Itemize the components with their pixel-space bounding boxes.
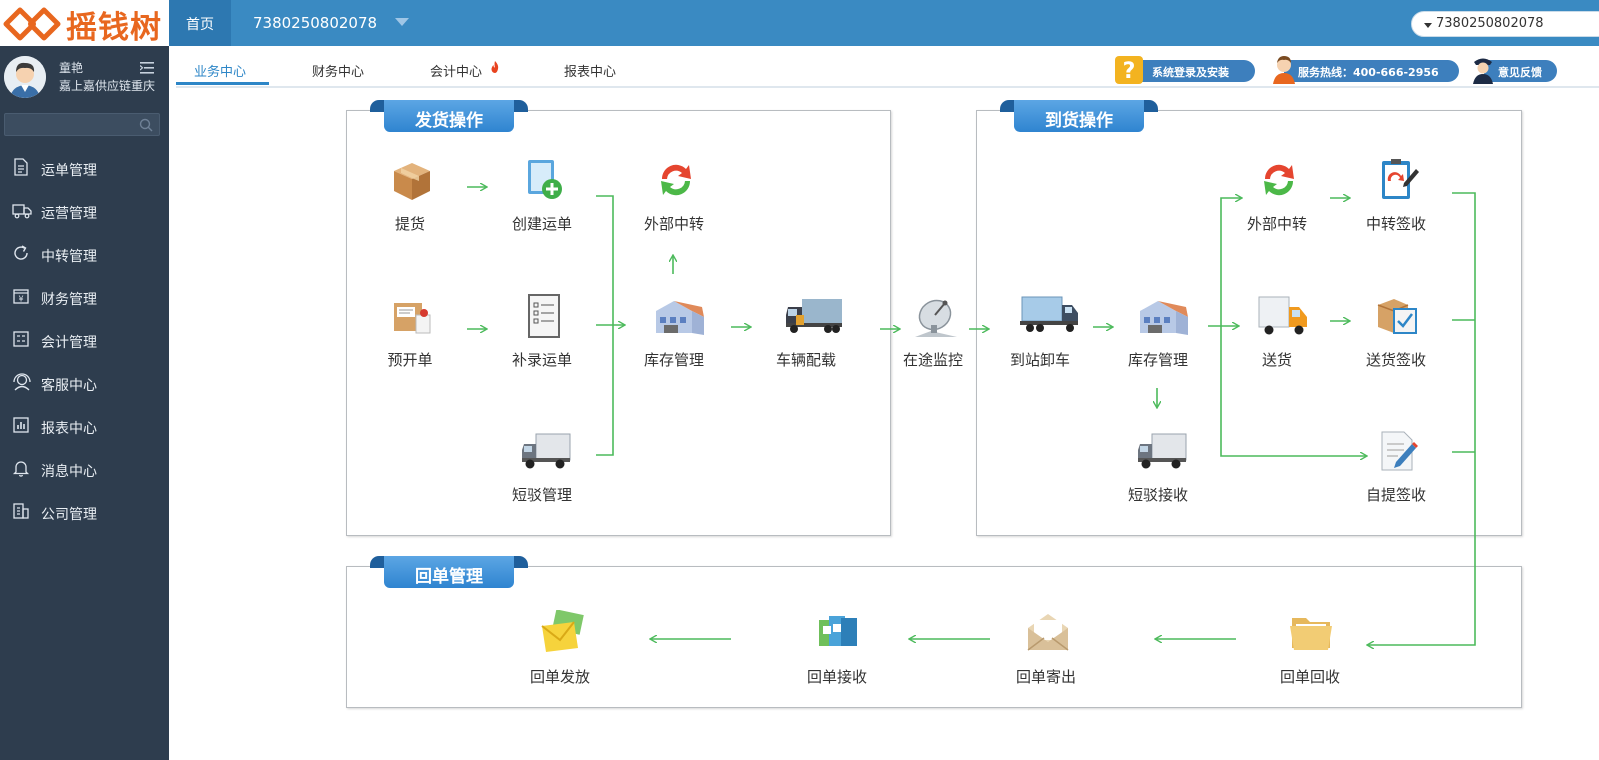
node-label: 回单回收 <box>1279 668 1340 686</box>
node-delivery-sign[interactable]: 送货签收 <box>1346 293 1446 373</box>
node-receipt-send[interactable]: 回单寄出 <box>996 610 1096 690</box>
node-label: 回单接收 <box>806 668 867 686</box>
envelopes-icon <box>541 610 584 652</box>
node-label: 库存管理 <box>1127 351 1188 369</box>
node-label: 回单发放 <box>529 668 590 686</box>
node-vehicle-loading[interactable]: 车辆配载 <box>756 293 856 373</box>
node-label: 提货 <box>394 215 425 233</box>
van-icon <box>522 433 571 469</box>
node-label: 短驳管理 <box>511 486 572 504</box>
node-pickup[interactable]: 提货 <box>360 157 460 237</box>
package-label-icon <box>394 303 431 334</box>
transfer-cycle-icon <box>661 164 691 196</box>
warehouse-icon <box>656 301 704 335</box>
node-arrival-external-transfer[interactable]: 外部中转 <box>1227 157 1327 237</box>
node-label: 外部中转 <box>643 215 704 233</box>
satellite-dish-icon <box>915 299 957 337</box>
node-label: 创建运单 <box>511 215 572 233</box>
node-arrival-inventory[interactable]: 库存管理 <box>1108 293 1208 373</box>
delivery-truck-icon <box>1258 296 1307 335</box>
node-label: 车辆配载 <box>775 351 836 369</box>
node-label: 库存管理 <box>643 351 704 369</box>
node-arrival-unload[interactable]: 到站卸车 <box>990 293 1090 373</box>
node-receipt-issue[interactable]: 回单发放 <box>510 610 610 690</box>
node-self-pickup-sign[interactable]: 自提签收 <box>1346 428 1446 508</box>
transfer-cycle-icon <box>1264 164 1294 196</box>
node-label: 中转签收 <box>1365 215 1426 233</box>
node-delivery[interactable]: 送货 <box>1227 293 1327 373</box>
flow-collector <box>1368 192 1476 645</box>
checklist-icon <box>528 294 560 338</box>
node-short-haul-receive[interactable]: 短驳接收 <box>1108 428 1208 508</box>
add-document-icon <box>528 160 562 199</box>
node-label: 短驳接收 <box>1127 486 1188 504</box>
node-label: 回单寄出 <box>1015 668 1076 686</box>
warehouse-icon <box>1140 301 1188 335</box>
node-receipt-recover[interactable]: 回单回收 <box>1260 610 1360 690</box>
envelope-open-icon <box>1027 614 1069 651</box>
node-label: 外部中转 <box>1246 215 1307 233</box>
document-pen-icon <box>1381 431 1418 471</box>
file-folders-icon <box>819 616 857 646</box>
node-receipt-receive[interactable]: 回单接收 <box>787 610 887 690</box>
truck-loading-icon <box>786 299 842 333</box>
node-transfer-sign[interactable]: 中转签收 <box>1346 157 1446 237</box>
node-pre-order[interactable]: 预开单 <box>360 293 460 373</box>
folder-icon <box>1290 618 1332 650</box>
node-in-transit-monitor[interactable]: 在途监控 <box>883 293 983 373</box>
package-check-icon <box>1377 299 1417 334</box>
van-icon <box>1138 433 1187 469</box>
node-label: 到站卸车 <box>1009 351 1070 369</box>
node-supplement-waybill[interactable]: 补录运单 <box>492 293 592 373</box>
node-label: 送货 <box>1261 351 1292 369</box>
clipboard-sign-icon <box>1382 159 1419 199</box>
cardboard-box-icon <box>394 163 430 200</box>
node-label: 在途监控 <box>902 351 963 369</box>
node-short-haul[interactable]: 短驳管理 <box>492 428 592 508</box>
node-label: 送货签收 <box>1365 351 1426 369</box>
node-inventory[interactable]: 库存管理 <box>624 293 724 373</box>
node-label: 补录运单 <box>511 351 572 369</box>
node-label: 预开单 <box>387 351 433 369</box>
node-create-waybill[interactable]: 创建运单 <box>492 157 592 237</box>
node-external-transfer[interactable]: 外部中转 <box>624 157 724 237</box>
node-label: 自提签收 <box>1365 486 1426 504</box>
semi-truck-icon <box>1020 296 1078 332</box>
